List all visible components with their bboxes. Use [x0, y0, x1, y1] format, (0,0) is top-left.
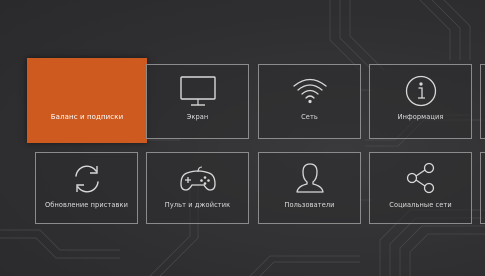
- info-icon: [405, 75, 436, 107]
- tile-partial-right[interactable]: [480, 64, 485, 139]
- tile-label: Сеть: [301, 113, 318, 121]
- tile-screen[interactable]: Экран: [146, 64, 249, 139]
- settings-screen: Баланс и подписки Экран Сеть Информация …: [0, 0, 485, 276]
- tile-network[interactable]: Сеть: [258, 64, 361, 139]
- tile-label: Информация: [397, 113, 444, 121]
- share-icon: [406, 162, 434, 194]
- tile-social-networks[interactable]: Социальные сети: [369, 152, 472, 224]
- tile-balance-subscriptions[interactable]: Баланс и подписки: [27, 58, 147, 143]
- gamepad-icon: [179, 166, 216, 191]
- user-icon: [295, 163, 324, 193]
- tile-information[interactable]: Информация: [369, 64, 472, 139]
- tile-partial-right[interactable]: [480, 152, 485, 224]
- tile-system-update[interactable]: Обновление приставки: [35, 152, 138, 224]
- tile-label: Экран: [186, 113, 209, 121]
- tile-label: Социальные сети: [389, 201, 452, 209]
- tile-remote-joystick[interactable]: Пульт и джойстик: [146, 152, 249, 224]
- tile-label: Баланс и подписки: [50, 113, 124, 121]
- tile-label: Обновление приставки: [45, 201, 128, 209]
- refresh-icon: [74, 165, 99, 193]
- tile-label: Пульт и джойстик: [164, 201, 231, 209]
- tile-label: Пользователи: [284, 201, 335, 209]
- monitor-icon: [179, 76, 216, 106]
- wifi-icon: [292, 78, 327, 104]
- tile-users[interactable]: Пользователи: [258, 152, 361, 224]
